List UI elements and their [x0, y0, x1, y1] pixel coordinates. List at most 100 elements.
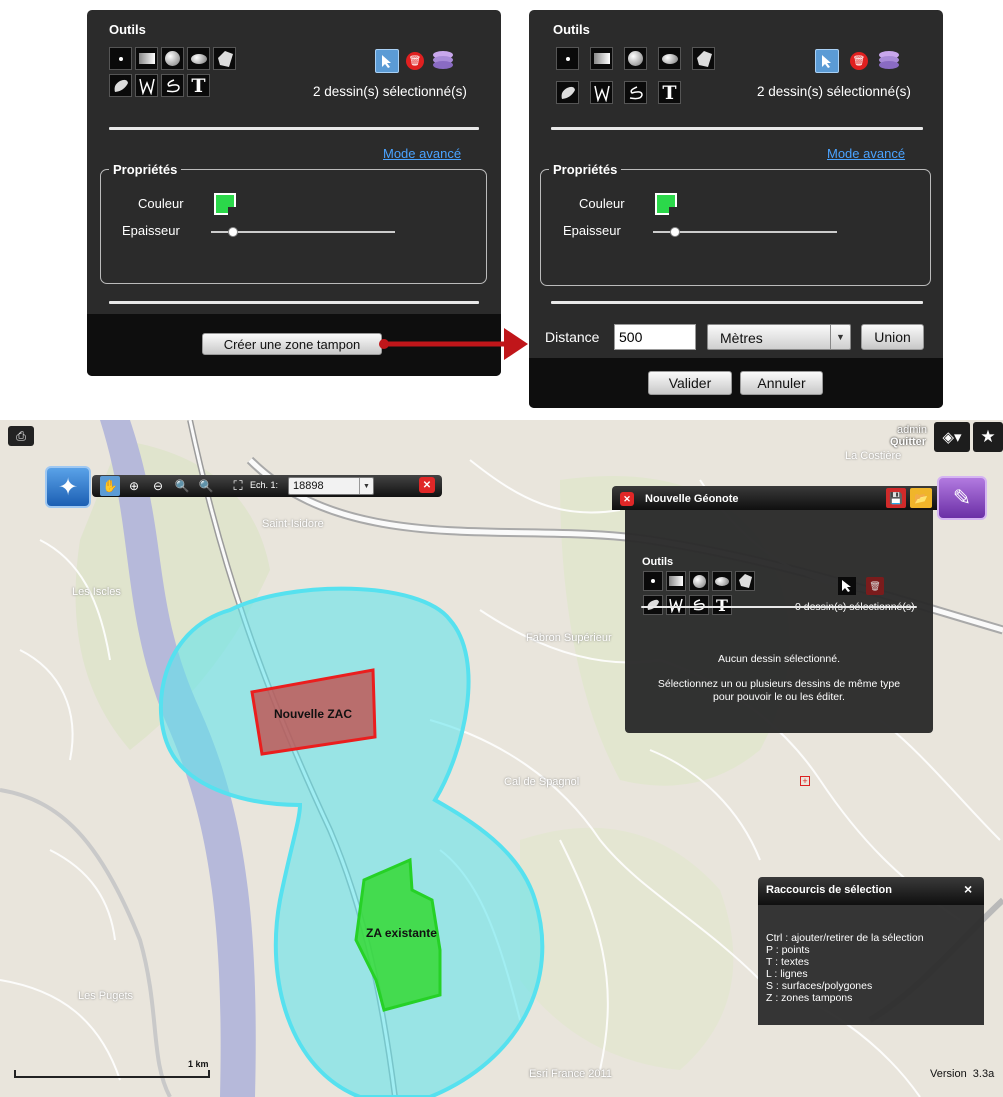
circle-tool-icon[interactable] [624, 47, 647, 70]
pencil-edit-icon[interactable]: ✎ [937, 476, 987, 520]
color-swatch[interactable] [655, 193, 677, 215]
select-arrow-icon[interactable] [815, 49, 839, 73]
advanced-mode-link[interactable]: Mode avancé [827, 146, 905, 161]
compass-icon[interactable]: ✦ [45, 466, 91, 508]
delete-icon[interactable]: 🗑 [866, 577, 884, 595]
text-tool-icon[interactable]: T [712, 595, 732, 615]
divider [109, 127, 479, 130]
point-tool-icon[interactable] [643, 571, 663, 591]
shortcut-line: P : points [766, 944, 810, 956]
point-tool-icon[interactable] [109, 47, 132, 70]
close-icon[interactable]: × [964, 881, 972, 897]
buffer-layers-icon[interactable] [877, 48, 901, 72]
selection-count: 2 dessin(s) sélectionné(s) [313, 84, 467, 99]
distance-label: Distance [545, 329, 600, 345]
circle-tool-icon[interactable] [161, 47, 184, 70]
freehand-surface-tool-icon[interactable] [643, 595, 663, 615]
user-name: admin [897, 424, 927, 436]
properties-legend: Propriétés [113, 162, 178, 177]
hospital-marker-icon: + [800, 776, 810, 786]
rectangle-tool-icon[interactable] [590, 47, 613, 70]
attribution: Esri France 2011 [529, 1068, 612, 1080]
freehand-line-tool-icon[interactable] [624, 81, 647, 104]
shortcut-line: L : lignes [766, 968, 808, 980]
thickness-label: Epaisseur [122, 223, 180, 238]
rectangle-tool-icon[interactable] [135, 47, 158, 70]
freehand-line-tool-icon[interactable] [689, 595, 709, 615]
close-icon[interactable]: ✕ [419, 477, 435, 493]
unit-select[interactable]: Mètres ▼ [707, 324, 851, 350]
open-folder-icon[interactable]: 📂 [910, 488, 932, 508]
text-tool-icon[interactable]: T [187, 74, 210, 97]
close-icon[interactable]: ✕ [620, 492, 634, 506]
map-view[interactable]: Saint-Isidore Les Iscles Fabron Supérieu… [0, 420, 1003, 1097]
zoom-out-icon[interactable]: ⊖ [148, 476, 168, 496]
place-label: Les Iscles [72, 586, 121, 598]
zoom-full-icon[interactable]: 🔍 [196, 476, 216, 496]
scale-label: Ech. 1: [250, 480, 279, 490]
line-tool-icon[interactable] [590, 81, 613, 104]
new-zone-label: Nouvelle ZAC [274, 707, 353, 721]
rectangle-tool-icon[interactable] [666, 571, 686, 591]
buffer-layers-icon[interactable] [431, 48, 455, 72]
place-label: Cal de Spagnol [504, 776, 580, 788]
divider [109, 301, 479, 304]
divider [551, 301, 923, 304]
freehand-line-tool-icon[interactable] [161, 74, 184, 97]
full-extent-icon[interactable]: ⛶ [228, 476, 248, 496]
select-arrow-icon[interactable] [375, 49, 399, 73]
line-tool-icon[interactable] [666, 595, 686, 615]
freehand-surface-tool-icon[interactable] [109, 74, 132, 97]
polygon-tool-icon[interactable] [213, 47, 236, 70]
chevron-down-icon[interactable]: ▼ [830, 325, 850, 349]
shortcut-line: S : surfaces/polygones [766, 980, 873, 992]
text-tool-icon[interactable]: T [658, 81, 681, 104]
freehand-surface-tool-icon[interactable] [556, 81, 579, 104]
save-icon[interactable]: 💾 [886, 488, 906, 508]
geonote-title: Nouvelle Géonote [645, 493, 739, 505]
distance-input[interactable] [614, 324, 696, 350]
place-label: Saint-Isidore [262, 518, 324, 530]
zoom-in-icon[interactable]: ⊕ [124, 476, 144, 496]
thickness-label: Epaisseur [563, 223, 621, 238]
select-arrow-icon[interactable] [838, 577, 856, 595]
thickness-slider[interactable] [211, 227, 395, 237]
polygon-tool-icon[interactable] [692, 47, 715, 70]
line-tool-icon[interactable] [135, 74, 158, 97]
advanced-mode-link[interactable]: Mode avancé [383, 146, 461, 161]
selection-hint-text: Sélectionnez un ou plusieurs dessins de … [657, 678, 901, 703]
favorites-star-icon[interactable]: ★ [973, 422, 1003, 452]
layers-icon[interactable]: ◈▾ [934, 422, 970, 452]
thickness-slider[interactable] [653, 227, 837, 237]
validate-button[interactable]: Valider [648, 371, 732, 395]
color-swatch[interactable] [214, 193, 236, 215]
print-icon[interactable]: ⎙ [8, 426, 34, 446]
properties-legend: Propriétés [553, 162, 618, 177]
cancel-button[interactable]: Annuler [740, 371, 823, 395]
delete-icon[interactable]: 🗑 [403, 49, 427, 73]
shortcut-line: Ctrl : ajouter/retirer de la sélection [766, 932, 924, 944]
chevron-down-icon[interactable]: ▼ [359, 478, 373, 494]
polygon-tool-icon[interactable] [735, 571, 755, 591]
shortcuts-title: Raccourcis de sélection [766, 884, 892, 896]
delete-icon[interactable]: 🗑 [847, 49, 871, 73]
shortcut-line: T : textes [766, 956, 809, 968]
ellipse-tool-icon[interactable] [658, 47, 681, 70]
place-label: Fabron Supérieur [526, 632, 612, 644]
circle-tool-icon[interactable] [689, 571, 709, 591]
right-drawing-panel: Outils T 🗑 2 dessin(s) sélectionné(s) Mo… [529, 10, 943, 408]
place-label: La Costière [845, 450, 902, 462]
union-button[interactable]: Union [861, 324, 924, 350]
scale-value: 18898 [293, 480, 324, 492]
zoom-box-icon[interactable]: 🔍 [172, 476, 192, 496]
ellipse-tool-icon[interactable] [712, 571, 732, 591]
color-label: Couleur [579, 196, 625, 211]
scale-select[interactable]: 18898 ▼ [288, 477, 374, 495]
create-buffer-button[interactable]: Créer une zone tampon [202, 333, 382, 355]
ellipse-tool-icon[interactable] [187, 47, 210, 70]
version-label: Version 3.3a [930, 1068, 1003, 1080]
point-tool-icon[interactable] [556, 47, 579, 70]
no-selection-text: Aucun dessin sélectionné. [718, 653, 840, 665]
pan-hand-icon[interactable]: ✋ [100, 476, 120, 496]
logout-link[interactable]: Quitter [890, 436, 926, 448]
